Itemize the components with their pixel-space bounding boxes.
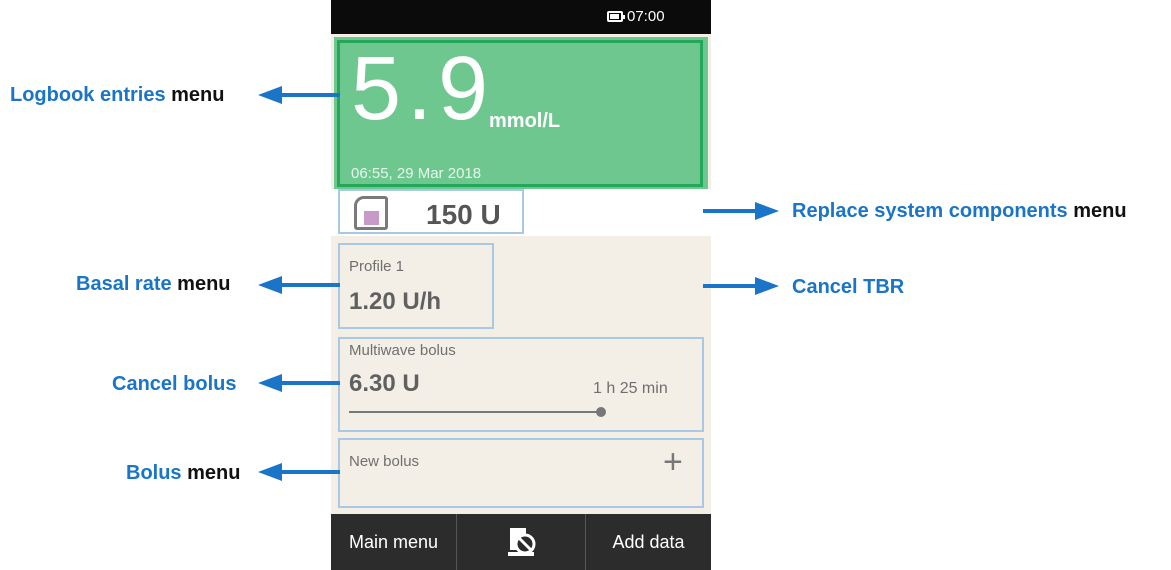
- pump-stop-icon: [508, 528, 536, 556]
- cartridge-row: 150 U: [331, 189, 711, 236]
- arrow-left-icon: [258, 463, 340, 481]
- annotation-cancel-bolus-highlight: Cancel bolus: [112, 373, 237, 395]
- cartridge-fill: [364, 211, 379, 225]
- arrow-left-icon: [258, 276, 340, 294]
- arrow-right-icon: [703, 277, 779, 295]
- annotation-replace: Replace system components menu: [792, 200, 1127, 223]
- status-bar: 07:00: [331, 0, 711, 34]
- pause-pump-button[interactable]: [457, 514, 585, 570]
- annotation-basal: Basal rate menu: [76, 273, 231, 296]
- annotation-cancel-bolus: Cancel bolus: [112, 373, 236, 396]
- basal-rate-button[interactable]: [338, 243, 494, 329]
- battery-icon: [607, 11, 625, 22]
- new-bolus-label: New bolus: [349, 453, 420, 470]
- status-time: 07:00: [627, 8, 665, 25]
- glucose-timestamp: 06:55, 29 Mar 2018: [351, 165, 482, 182]
- bolus-progress-knob: [596, 407, 606, 417]
- basal-profile-label: Profile 1: [349, 258, 405, 275]
- cartridge-amount: 150 U: [426, 199, 501, 230]
- annotation-basal-highlight: Basal rate: [76, 273, 172, 295]
- pump-screen: 07:00 5.9 mmol/L 06:55, 29 Mar 2018 150 …: [331, 0, 711, 570]
- annotation-replace-highlight: Replace system components: [792, 200, 1068, 222]
- annotation-bolus-highlight: Bolus: [126, 462, 182, 484]
- bolus-progress-bar: [349, 411, 601, 413]
- main-menu-button[interactable]: Main menu: [331, 514, 456, 570]
- annotation-replace-suffix: menu: [1067, 200, 1127, 222]
- bolus-remaining-time: 1 h 25 min: [593, 380, 668, 397]
- arrow-right-icon: [703, 202, 779, 220]
- annotation-logbook: Logbook entries menu: [10, 84, 224, 107]
- annotation-logbook-highlight: Logbook entries: [10, 84, 166, 106]
- basal-rate-value: 1.20 U/h: [349, 288, 442, 315]
- annotation-logbook-suffix: menu: [165, 84, 225, 106]
- glucose-value: 5.9: [351, 39, 495, 139]
- plus-icon: +: [663, 443, 683, 481]
- annotation-basal-suffix: menu: [171, 273, 231, 295]
- add-data-button[interactable]: Add data: [586, 514, 711, 570]
- annotation-cancel-tbr-highlight: Cancel TBR: [792, 276, 905, 298]
- cartridge-icon: [354, 196, 388, 230]
- glucose-unit: mmol/L: [489, 110, 561, 132]
- arrow-left-icon: [258, 374, 340, 392]
- annotation-bolus-suffix: menu: [181, 462, 241, 484]
- bolus-type-label: Multiwave bolus: [349, 342, 456, 359]
- bolus-amount: 6.30 U: [349, 370, 420, 397]
- annotation-cancel-tbr: Cancel TBR: [792, 276, 904, 299]
- cartridge-button[interactable]: 150 U: [338, 189, 524, 234]
- annotation-bolus: Bolus menu: [126, 462, 240, 485]
- new-bolus-button[interactable]: [338, 438, 704, 508]
- arrow-left-icon: [258, 86, 340, 104]
- bottom-bar: Main menu Add data: [331, 514, 711, 570]
